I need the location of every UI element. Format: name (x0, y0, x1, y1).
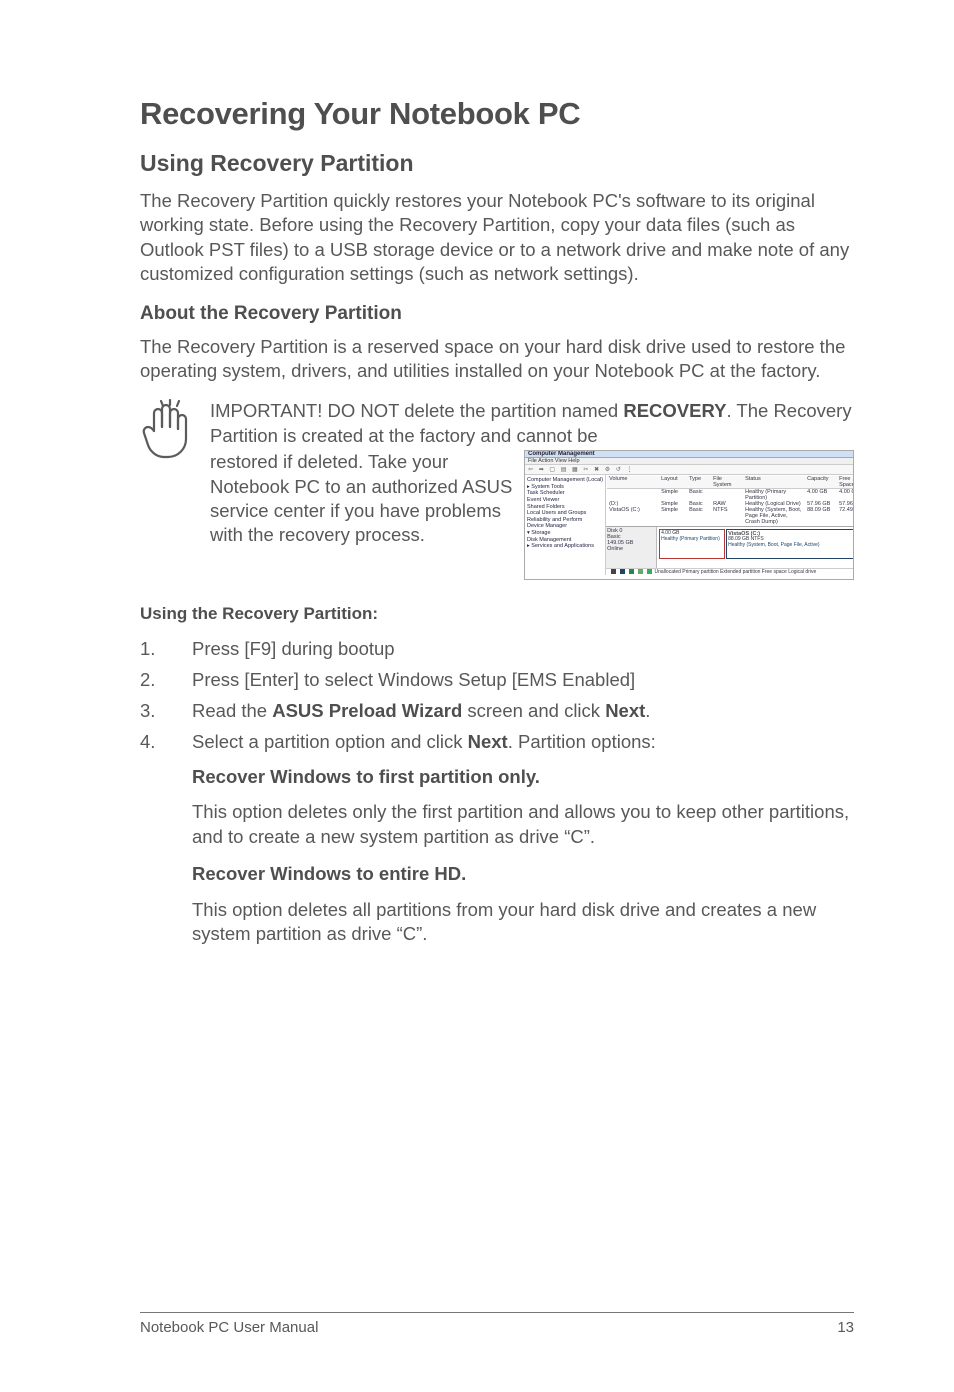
important-text: IMPORTANT! DO NOT delete the partition n… (210, 399, 854, 448)
disk-management-screenshot: Computer Management File Action View Hel… (524, 450, 854, 580)
section-heading: About the Recovery Partition (140, 303, 854, 325)
footer-left: Notebook PC User Manual (140, 1319, 318, 1336)
window-title: Computer Management (525, 451, 853, 458)
legend: Unallocated Primary partition Extended p… (606, 568, 854, 575)
sub-heading: Using the Recovery Partition: (140, 604, 854, 624)
paragraph: The Recovery Partition is a reserved spa… (140, 335, 854, 384)
list-item: Read the ASUS Preload Wizard screen and … (140, 698, 854, 725)
paragraph: The Recovery Partition quickly restores … (140, 189, 854, 287)
option-heading: Recover Windows to entire HD. (192, 861, 854, 888)
toolbar: ⇦ ➡ ▢ ▤ ▦ ✂ ✖ ⚙ ↺ ⋮ (525, 465, 853, 475)
page-title: Recovering Your Notebook PC (140, 96, 854, 132)
steps-list: Press [F9] during bootup Press [Enter] t… (140, 636, 854, 947)
important-continued: restored if deleted. Take your Notebook … (210, 450, 524, 548)
important-icon (140, 399, 200, 461)
list-item: Press [Enter] to select Windows Setup [E… (140, 667, 854, 694)
volume-table: VolumeLayoutTypeFile SystemStatusCapacit… (606, 475, 854, 526)
menu-bar: File Action View Help (525, 458, 853, 465)
option-text: This option deletes all partitions from … (192, 898, 854, 947)
page-number: 13 (837, 1319, 854, 1336)
disk-layout: Disk 0 Basic 149.05 GB Online 4.00 GBHea… (606, 526, 854, 568)
option-text: This option deletes only the first parti… (192, 800, 854, 849)
list-item: Press [F9] during bootup (140, 636, 854, 663)
section-heading: Using Recovery Partition (140, 150, 854, 177)
list-item: Select a partition option and click Next… (140, 729, 854, 947)
nav-tree: Computer Management (Local) ▸ System Too… (525, 475, 606, 575)
option-heading: Recover Windows to first partition only. (192, 764, 854, 791)
